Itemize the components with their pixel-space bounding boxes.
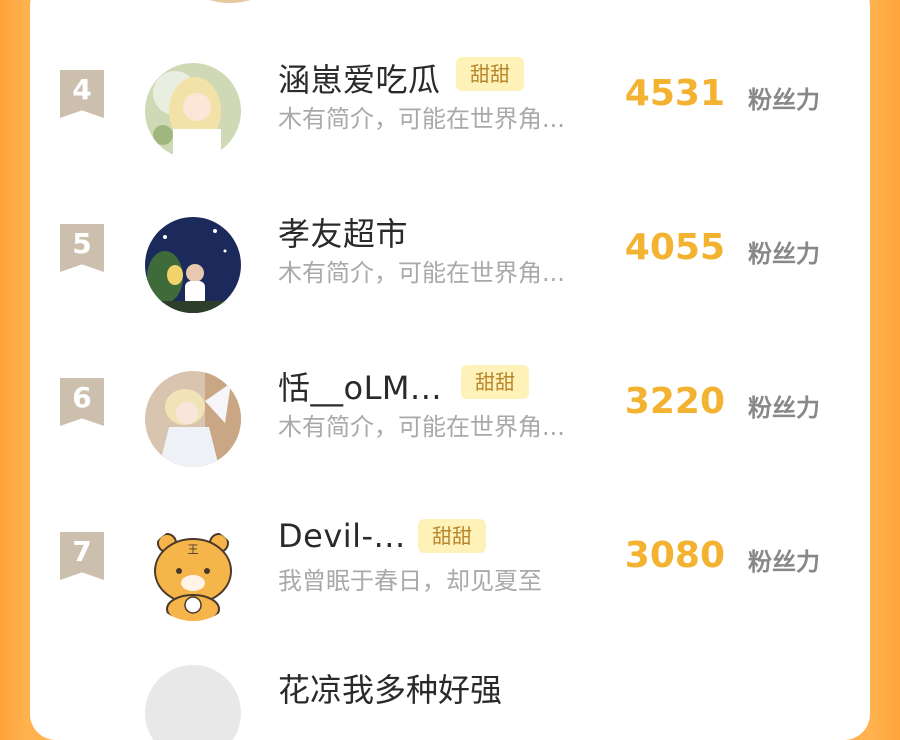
user-name[interactable]: 恬__oLM... xyxy=(278,363,442,409)
user-name-rank-8-partial[interactable]: 花凉我多种好强 xyxy=(278,665,502,711)
avatar-angel-icon xyxy=(145,371,241,467)
fan-badge: 甜甜 xyxy=(456,57,524,91)
user-avatar[interactable]: 王 xyxy=(145,525,241,621)
user-description: 木有简介，可能在世界角... xyxy=(278,413,565,441)
fan-score: 4055 xyxy=(624,227,725,268)
ranking-row-5[interactable]: 5 孝友超市 木有简介，可能在世界角... 4055 粉丝力 xyxy=(30,191,870,341)
fan-score: 3220 xyxy=(624,381,725,422)
user-description: 我曾眠于春日，却见夏至 xyxy=(278,567,542,595)
fan-badge: 甜甜 xyxy=(418,519,486,553)
ranking-row-6[interactable]: 6 恬__oLM... 甜甜 木有简介，可能在世界角... 3220 粉丝力 xyxy=(30,345,870,495)
ranking-row-4[interactable]: 4 涵崽爱吃瓜 甜甜 木有简介，可能在世界角... 4531 粉丝力 xyxy=(30,37,870,187)
fan-score-unit: 粉丝力 xyxy=(748,394,820,422)
user-avatar[interactable] xyxy=(145,371,241,467)
svg-text:王: 王 xyxy=(188,543,199,556)
fan-score-unit: 粉丝力 xyxy=(748,86,820,114)
rank-badge: 7 xyxy=(60,532,104,580)
user-description: 木有简介，可能在世界角... xyxy=(278,259,565,287)
fan-badge: 甜甜 xyxy=(461,365,529,399)
rank-badge: 4 xyxy=(60,70,104,118)
user-avatar[interactable] xyxy=(145,63,241,159)
fan-score: 3080 xyxy=(624,535,725,576)
avatar-night-scene-icon xyxy=(145,217,241,313)
fan-score-unit: 粉丝力 xyxy=(748,240,820,268)
avatar-girl-blonde-icon xyxy=(145,63,241,159)
user-name[interactable]: 孝友超市 xyxy=(278,209,408,255)
ranking-card: 4 涵崽爱吃瓜 甜甜 木有简介，可能在世界角... 4531 粉丝力 5 孝友超… xyxy=(30,0,870,740)
user-name[interactable]: Devil-... xyxy=(278,517,406,555)
user-avatar[interactable] xyxy=(145,217,241,313)
avatar-tiger-icon: 王 xyxy=(145,525,241,621)
user-name[interactable]: 涵崽爱吃瓜 xyxy=(278,55,441,101)
ranking-row-7[interactable]: 7 王 Devil-... 甜甜 我曾眠于春日，却见夏至 3080 粉丝力 xyxy=(30,499,870,649)
avatar-rank-3-partial[interactable] xyxy=(180,0,280,3)
rank-badge: 5 xyxy=(60,224,104,272)
fan-score-unit: 粉丝力 xyxy=(748,548,820,576)
fan-score: 4531 xyxy=(624,73,725,114)
rank-badge: 6 xyxy=(60,378,104,426)
user-description: 木有简介，可能在世界角... xyxy=(278,105,565,133)
